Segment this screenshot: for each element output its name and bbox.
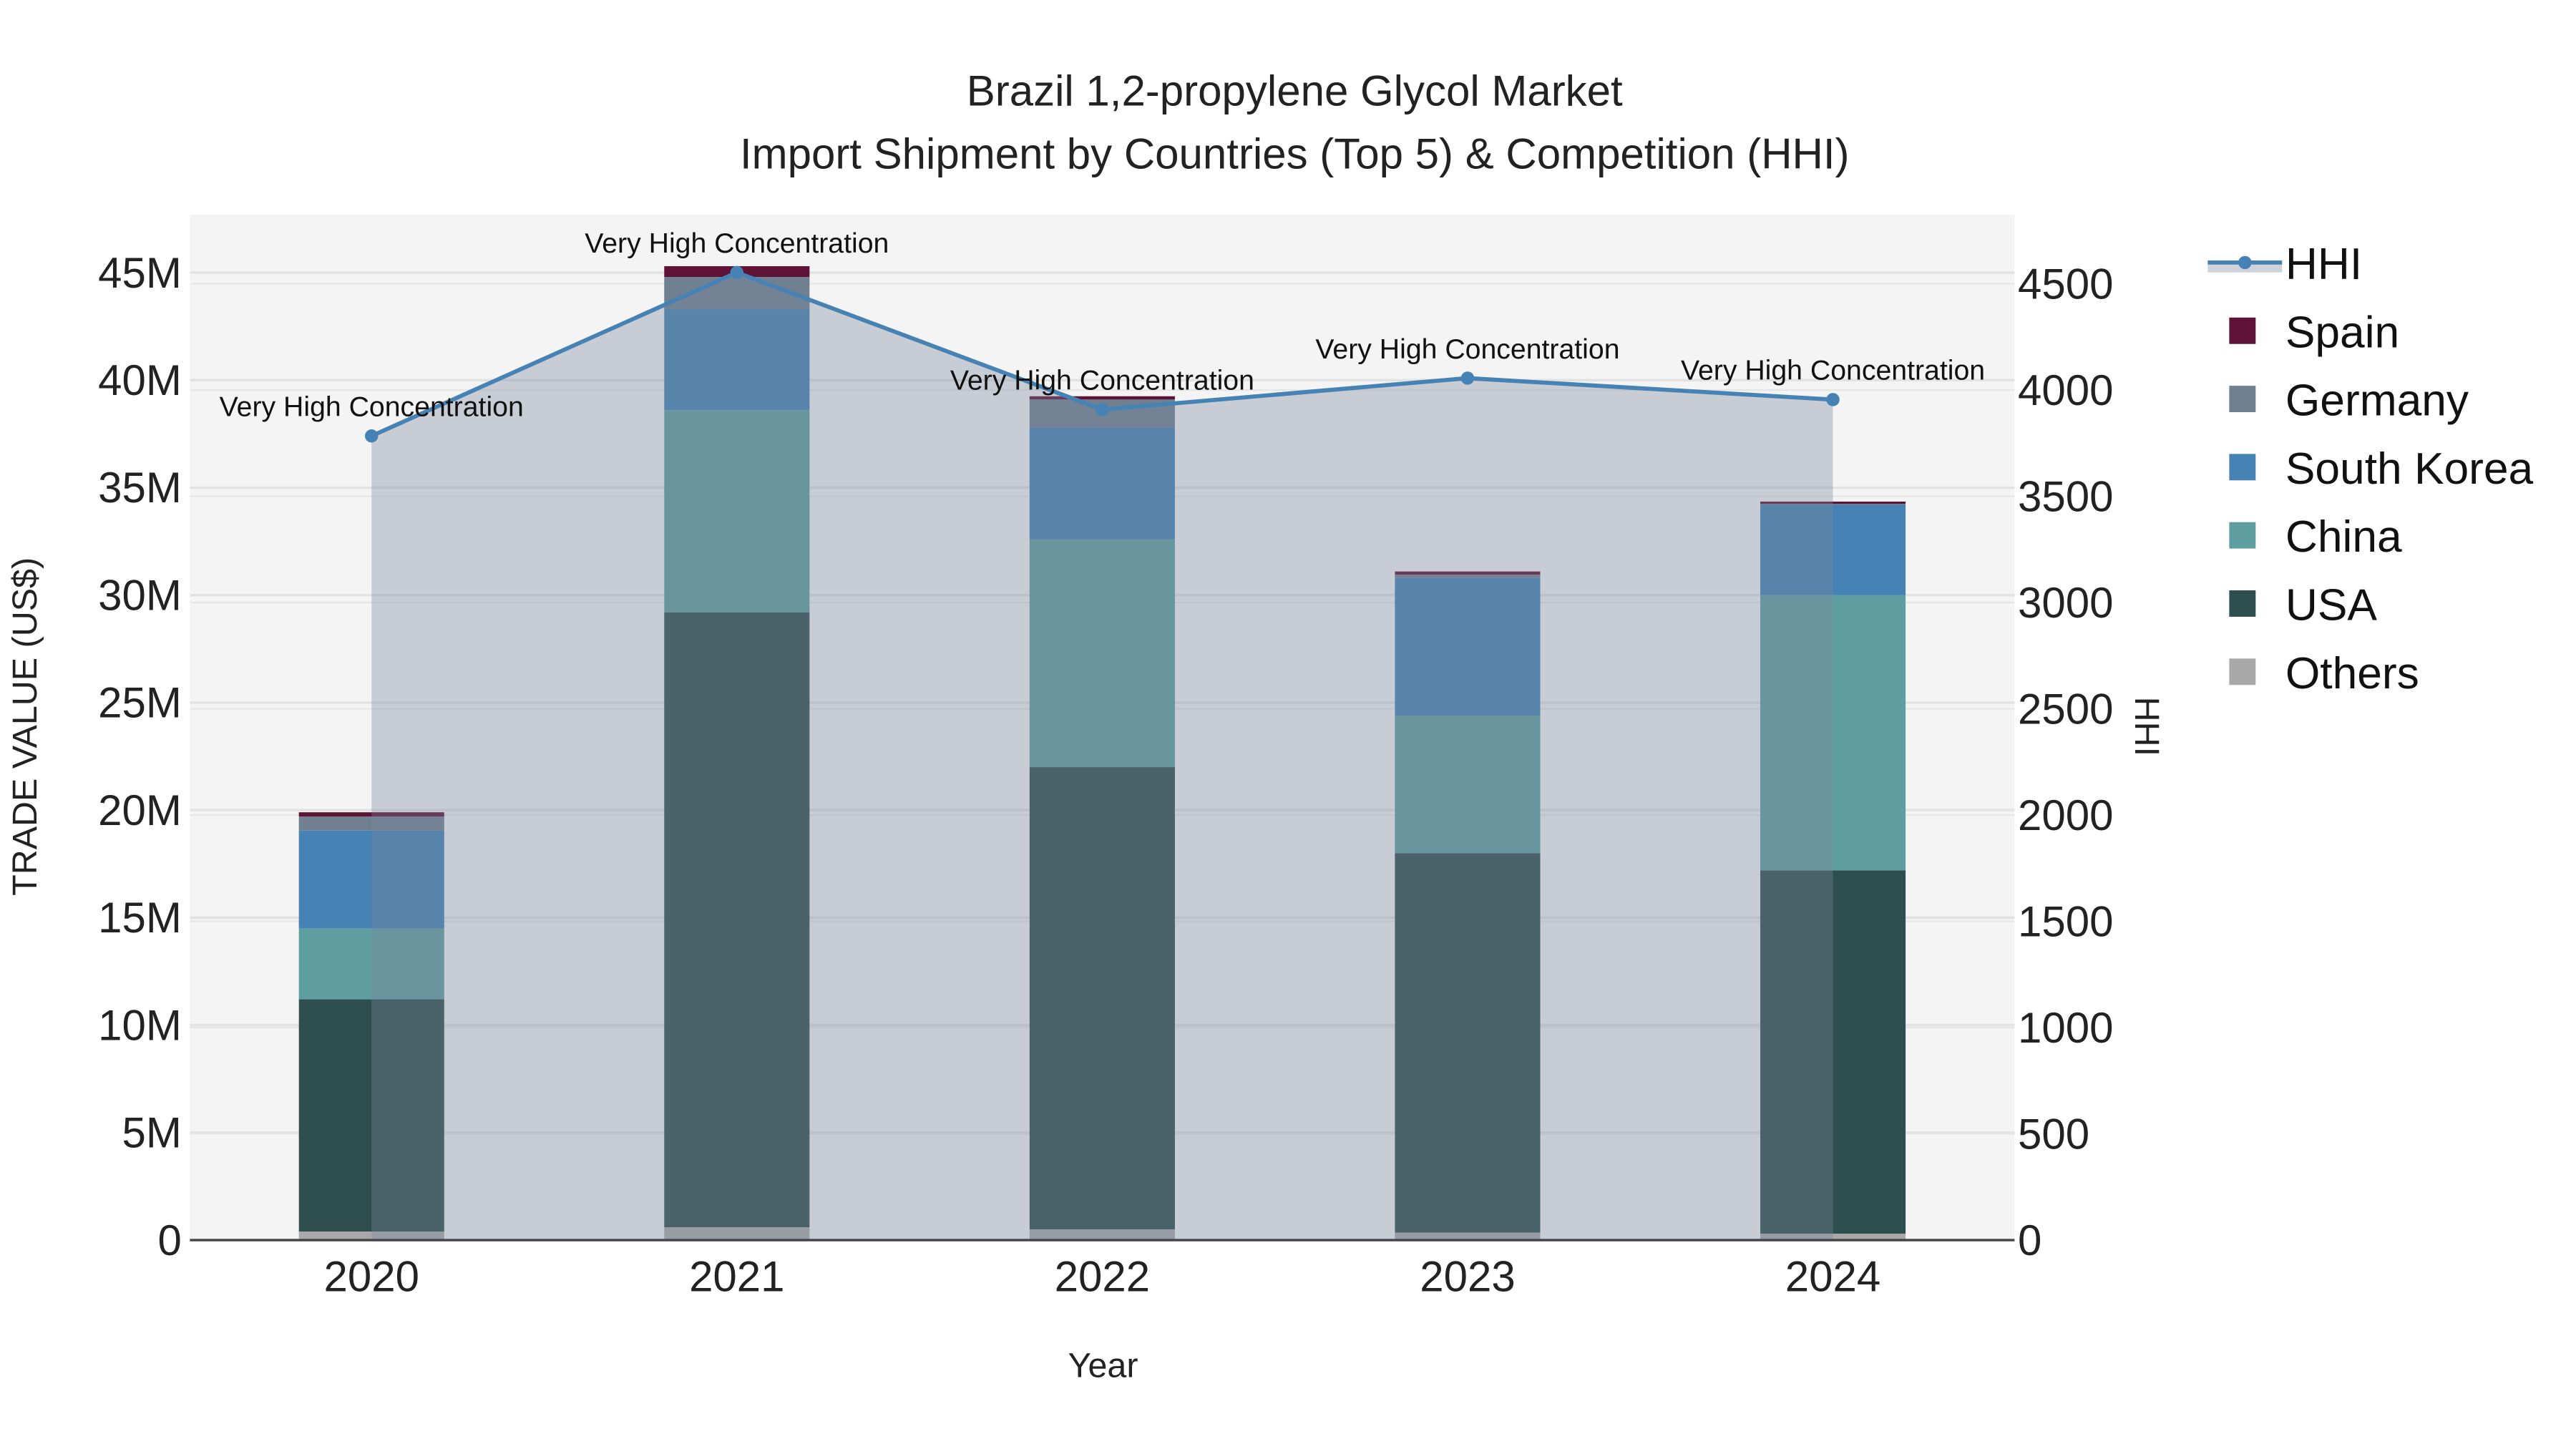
y-axis-title: TRADE VALUE (US$) xyxy=(6,557,44,896)
x-axis-title: Year xyxy=(1068,1347,1138,1385)
hhi-annotation: Very High Concentration xyxy=(1681,355,1985,386)
chart: Very High Concentration Very High Concent… xyxy=(6,67,2534,1385)
y-axis-ticks: 0 5M 10M 15M 20M 25M 30M 35M 40M 45M xyxy=(98,249,182,1264)
legend-label: South Korea xyxy=(2285,444,2534,494)
y2-tick-label: 1500 xyxy=(2018,897,2113,945)
hhi-annotation: Very High Concentration xyxy=(220,391,524,423)
hhi-point xyxy=(1826,393,1840,406)
hhi-area xyxy=(371,272,1833,1241)
y2-tick-label: 1000 xyxy=(2018,1004,2113,1052)
y-tick-label: 5M xyxy=(122,1109,181,1157)
legend-swatch-usa xyxy=(2229,590,2256,617)
legend-swatch-others xyxy=(2229,658,2256,686)
legend-swatch-china xyxy=(2229,522,2256,549)
hhi-annotation: Very High Concentration xyxy=(1315,333,1619,365)
x-tick-label: 2020 xyxy=(323,1253,419,1301)
hhi-point xyxy=(730,265,744,280)
chart-subtitle: Import Shipment by Countries (Top 5) & C… xyxy=(740,130,1850,177)
legend-swatch-south-korea xyxy=(2229,454,2256,481)
y2-tick-label: 4000 xyxy=(2018,366,2113,414)
hhi-point xyxy=(1096,403,1109,416)
y-tick-label: 0 xyxy=(157,1216,181,1264)
x-axis-ticks: 2020 2021 2022 2023 2024 xyxy=(323,1253,1880,1301)
y2-axis-ticks: 0 500 1000 1500 2000 2500 3000 3500 4000 4500 xyxy=(2018,260,2113,1264)
y-tick-label: 45M xyxy=(98,249,182,297)
hhi-annotation: Very High Concentration xyxy=(950,365,1254,396)
y2-tick-label: 500 xyxy=(2018,1110,2089,1158)
legend-swatch-spain xyxy=(2229,317,2256,344)
y2-tick-label: 2500 xyxy=(2018,685,2113,733)
legend-swatch-germany xyxy=(2229,386,2256,412)
y2-axis-title: HHI xyxy=(2127,697,2166,756)
y2-tick-label: 2000 xyxy=(2018,791,2113,839)
chart-title: Brazil 1,2-propylene Glycol Market xyxy=(967,67,1623,115)
hhi-point xyxy=(365,429,379,443)
x-tick-label: 2024 xyxy=(1785,1253,1880,1301)
legend-label: Spain xyxy=(2285,308,2399,357)
y2-tick-label: 4500 xyxy=(2018,260,2113,308)
hhi-annotation: Very High Concentration xyxy=(585,228,889,259)
legend-hhi-marker xyxy=(2238,255,2252,270)
y-tick-label: 25M xyxy=(98,679,182,727)
legend-label: China xyxy=(2285,512,2402,562)
x-tick-label: 2021 xyxy=(689,1253,784,1301)
y2-tick-label: 3000 xyxy=(2018,579,2113,627)
y-tick-label: 35M xyxy=(98,464,182,512)
x-tick-label: 2023 xyxy=(1420,1253,1515,1301)
y-tick-label: 30M xyxy=(98,571,182,619)
y2-tick-label: 3500 xyxy=(2018,472,2113,520)
legend-label: HHI xyxy=(2285,240,2362,289)
legend-label: Others xyxy=(2285,649,2419,698)
x-tick-label: 2022 xyxy=(1055,1253,1150,1301)
legend: HHI Spain Germany South Korea China USA Others xyxy=(2207,240,2534,698)
legend-label: Germany xyxy=(2285,376,2469,426)
y-tick-label: 20M xyxy=(98,786,182,834)
y-tick-label: 10M xyxy=(98,1001,182,1049)
y-tick-label: 15M xyxy=(98,894,182,942)
y2-tick-label: 0 xyxy=(2018,1216,2041,1264)
y-tick-label: 40M xyxy=(98,356,182,404)
legend-label: USA xyxy=(2285,581,2378,630)
hhi-point xyxy=(1460,371,1475,385)
